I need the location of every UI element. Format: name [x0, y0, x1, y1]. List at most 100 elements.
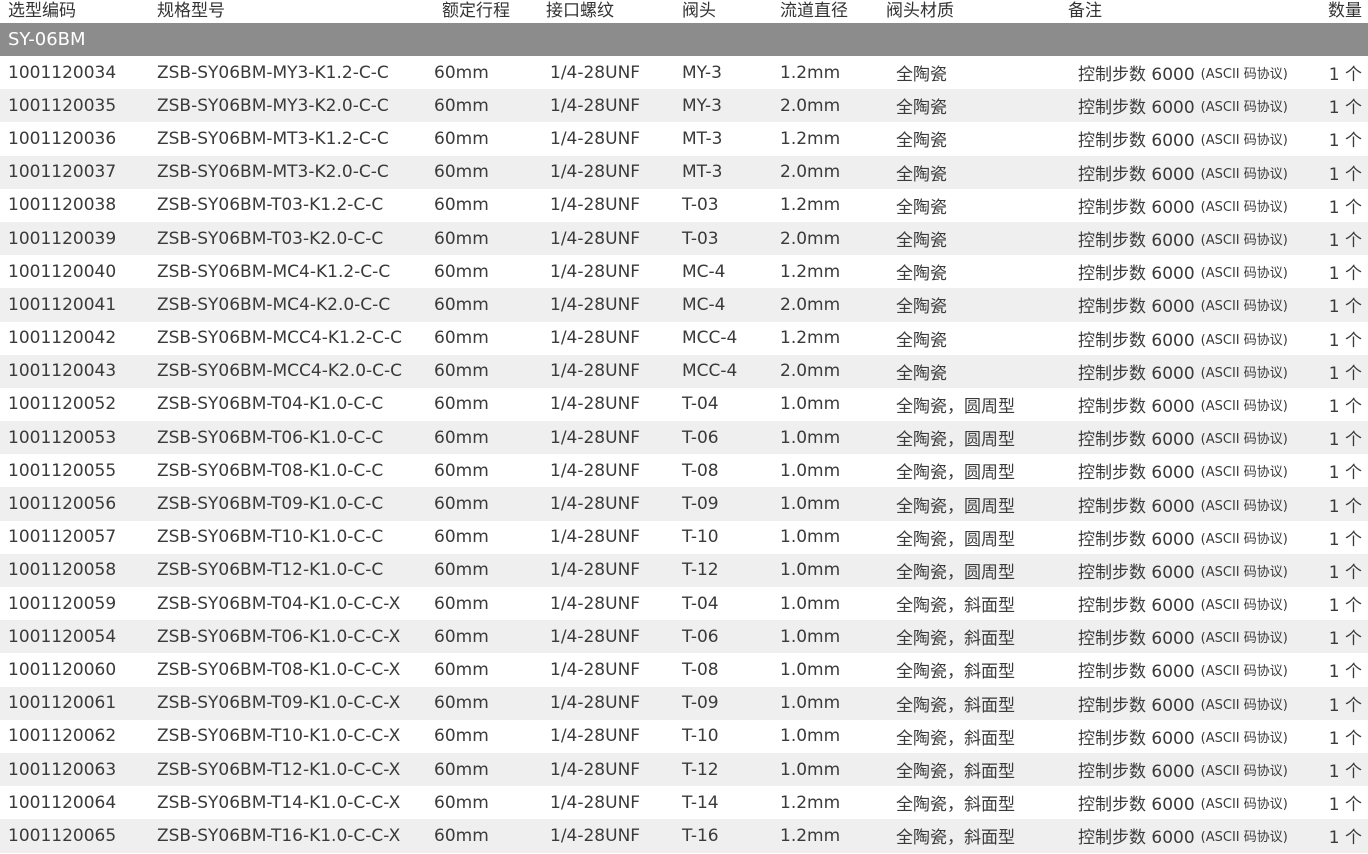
note-sub: (ASCII 码协议)	[1200, 465, 1288, 481]
section-header: SY-06BM	[0, 23, 1368, 56]
cell-spec: ZSB-SY06BM-T03-K1.2-C-C	[157, 195, 384, 216]
table-row: 1001120035 ZSB-SY06BM-MY3-K2.0-C-C 60mm …	[0, 89, 1368, 123]
cell-qty: 1 个	[1328, 65, 1362, 86]
cell-valve: T-08	[682, 659, 719, 680]
cell-stroke: 60mm	[434, 659, 489, 680]
cell-code: 1001120064	[8, 792, 117, 813]
cell-qty: 1 个	[1328, 795, 1362, 816]
cell-valve: MC-4	[682, 294, 726, 315]
note-sub: (ASCII 码协议)	[1200, 100, 1288, 116]
cell-diameter: 1.2mm	[780, 128, 841, 149]
cell-qty: 1 个	[1328, 396, 1362, 417]
note-sub: (ASCII 码协议)	[1200, 631, 1288, 647]
section-title: SY-06BM	[8, 29, 86, 50]
cell-qty: 1 个	[1328, 231, 1362, 252]
note-main: 控制步数 6000	[1078, 529, 1195, 550]
cell-note: 控制步数 6000 (ASCII 码协议)	[1078, 687, 1288, 720]
cell-note: 控制步数 6000 (ASCII 码协议)	[1078, 786, 1288, 819]
table-row: 1001120061 ZSB-SY06BM-T09-K1.0-C-C-X 60m…	[0, 686, 1368, 720]
cell-port: 1/4-28UNF	[550, 162, 641, 183]
cell-port: 1/4-28UNF	[550, 825, 641, 846]
cell-material: 全陶瓷，斜面型	[896, 629, 1015, 650]
cell-qty: 1 个	[1328, 562, 1362, 583]
table-row: 1001120043 ZSB-SY06BM-MCC4-K2.0-C-C 60mm…	[0, 354, 1368, 388]
cell-qty: 1 个	[1328, 596, 1362, 617]
cell-valve: MY-3	[682, 62, 722, 83]
note-main: 控制步数 6000	[1078, 463, 1195, 484]
table-row: 1001120040 ZSB-SY06BM-MC4-K1.2-C-C 60mm …	[0, 255, 1368, 289]
cell-valve: MC-4	[682, 261, 726, 282]
cell-stroke: 60mm	[434, 261, 489, 282]
cell-diameter: 1.0mm	[780, 527, 841, 548]
cell-diameter: 1.0mm	[780, 494, 841, 515]
cell-stroke: 60mm	[434, 693, 489, 714]
cell-material: 全陶瓷，圆周型	[896, 562, 1015, 583]
cell-code: 1001120041	[8, 294, 117, 315]
table-row: 1001120034 ZSB-SY06BM-MY3-K1.2-C-C 60mm …	[0, 56, 1368, 90]
cell-material: 全陶瓷，圆周型	[896, 463, 1015, 484]
cell-stroke: 60mm	[434, 792, 489, 813]
cell-valve: T-06	[682, 626, 719, 647]
table-row: 1001120052 ZSB-SY06BM-T04-K1.0-C-C 60mm …	[0, 387, 1368, 422]
note-sub: (ASCII 码协议)	[1200, 332, 1288, 348]
cell-diameter: 1.2mm	[780, 792, 841, 813]
cell-port: 1/4-28UNF	[550, 593, 641, 614]
table-row: 1001120057 ZSB-SY06BM-T10-K1.0-C-C 60mm …	[0, 520, 1368, 554]
note-main: 控制步数 6000	[1078, 629, 1195, 650]
table-row: 1001120060 ZSB-SY06BM-T08-K1.0-C-C-X 60m…	[0, 653, 1368, 687]
header-material: 阀头材质	[886, 1, 954, 21]
cell-note: 控制步数 6000 (ASCII 码协议)	[1078, 753, 1288, 786]
cell-code: 1001120055	[8, 460, 117, 481]
note-sub: (ASCII 码协议)	[1200, 233, 1288, 249]
cell-code: 1001120035	[8, 95, 117, 116]
table-row: 1001120037 ZSB-SY06BM-MT3-K2.0-C-C 60mm …	[0, 155, 1368, 189]
cell-material: 全陶瓷	[896, 363, 947, 384]
note-sub: (ASCII 码协议)	[1200, 432, 1288, 448]
cell-qty: 1 个	[1328, 430, 1362, 451]
cell-spec: ZSB-SY06BM-MY3-K2.0-C-C	[157, 95, 389, 116]
table-row: 1001120039 ZSB-SY06BM-T03-K2.0-C-C 60mm …	[0, 221, 1368, 256]
cell-code: 1001120039	[8, 228, 117, 249]
cell-stroke: 60mm	[434, 726, 489, 747]
cell-stroke: 60mm	[434, 626, 489, 647]
table-row: 1001120055 ZSB-SY06BM-T08-K1.0-C-C 60mm …	[0, 454, 1368, 488]
cell-code: 1001120040	[8, 261, 117, 282]
note-main: 控制步数 6000	[1078, 98, 1195, 119]
cell-port: 1/4-28UNF	[550, 759, 641, 780]
table-row: 1001120042 ZSB-SY06BM-MCC4-K1.2-C-C 60mm…	[0, 321, 1368, 355]
note-main: 控制步数 6000	[1078, 728, 1195, 749]
cell-valve: T-12	[682, 560, 719, 581]
cell-note: 控制步数 6000 (ASCII 码协议)	[1078, 554, 1288, 587]
cell-note: 控制步数 6000 (ASCII 码协议)	[1078, 156, 1288, 189]
cell-spec: ZSB-SY06BM-T12-K1.0-C-C	[157, 560, 384, 581]
cell-port: 1/4-28UNF	[550, 693, 641, 714]
cell-material: 全陶瓷	[896, 330, 947, 351]
cell-stroke: 60mm	[434, 593, 489, 614]
cell-diameter: 1.0mm	[780, 759, 841, 780]
table-row: 1001120058 ZSB-SY06BM-T12-K1.0-C-C 60mm …	[0, 553, 1368, 587]
cell-diameter: 1.2mm	[780, 261, 841, 282]
cell-qty: 1 个	[1328, 197, 1362, 218]
note-sub: (ASCII 码协议)	[1200, 730, 1288, 746]
cell-qty: 1 个	[1328, 164, 1362, 185]
cell-spec: ZSB-SY06BM-T14-K1.0-C-C-X	[157, 792, 401, 813]
cell-diameter: 2.0mm	[780, 294, 841, 315]
cell-code: 1001120037	[8, 162, 117, 183]
note-sub: (ASCII 码协议)	[1200, 299, 1288, 315]
table-row: 1001120054 ZSB-SY06BM-T06-K1.0-C-C-X 60m…	[0, 620, 1368, 654]
cell-diameter: 1.0mm	[780, 726, 841, 747]
cell-port: 1/4-28UNF	[550, 95, 641, 116]
cell-spec: ZSB-SY06BM-MCC4-K2.0-C-C	[157, 361, 403, 382]
header-diameter: 流道直径	[780, 1, 848, 21]
cell-code: 1001120063	[8, 759, 117, 780]
cell-note: 控制步数 6000 (ASCII 码协议)	[1078, 720, 1288, 753]
cell-note: 控制步数 6000 (ASCII 码协议)	[1078, 222, 1288, 255]
cell-port: 1/4-28UNF	[550, 659, 641, 680]
cell-port: 1/4-28UNF	[550, 494, 641, 515]
cell-code: 1001120065	[8, 825, 117, 846]
table-row: 1001120041 ZSB-SY06BM-MC4-K2.0-C-C 60mm …	[0, 288, 1368, 322]
cell-spec: ZSB-SY06BM-T10-K1.0-C-C	[157, 527, 384, 548]
table-row: 1001120062 ZSB-SY06BM-T10-K1.0-C-C-X 60m…	[0, 719, 1368, 753]
cell-port: 1/4-28UNF	[550, 394, 641, 415]
cell-valve: T-16	[682, 825, 719, 846]
